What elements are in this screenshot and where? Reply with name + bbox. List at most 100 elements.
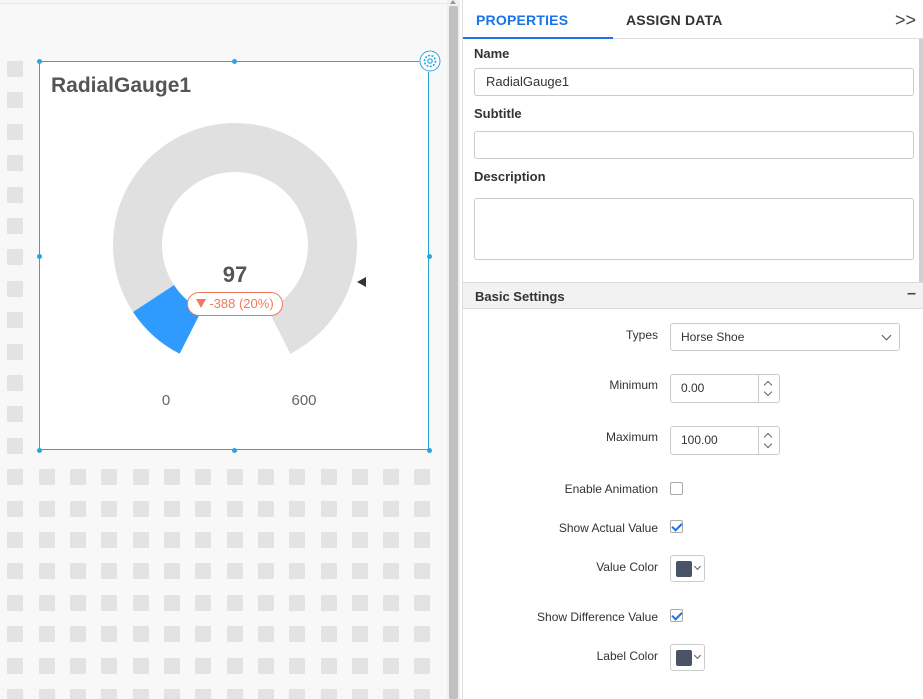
basic-settings-header[interactable]: Basic Settings – xyxy=(463,282,923,309)
canvas-grid-dot xyxy=(227,689,243,699)
canvas-grid-dot xyxy=(258,689,274,699)
canvas-grid-dot xyxy=(414,563,430,579)
collapse-section-icon[interactable]: – xyxy=(907,285,916,303)
show-difference-value-checkbox[interactable] xyxy=(670,609,683,622)
subtitle-input[interactable] xyxy=(474,131,914,159)
description-label: Description xyxy=(474,169,546,184)
canvas-grid-dot xyxy=(289,626,305,642)
canvas-grid-dot xyxy=(164,689,180,699)
canvas-vertical-scrollbar[interactable] xyxy=(447,0,460,699)
maximum-numeric-input[interactable]: 100.00 xyxy=(670,426,780,455)
canvas-grid-dot xyxy=(70,595,86,611)
canvas-grid-dot xyxy=(321,532,337,548)
name-label: Name xyxy=(474,46,510,61)
scroll-up-arrow-icon[interactable] xyxy=(450,0,456,4)
panel-tabs: PROPERTIES ASSIGN DATA >> xyxy=(463,4,923,39)
canvas-grid-dot xyxy=(352,658,368,674)
widget-settings-gear-icon[interactable] xyxy=(419,50,441,72)
canvas-grid-dot xyxy=(7,92,23,108)
canvas-grid-dot xyxy=(70,469,86,485)
resize-handle-bottom-left[interactable] xyxy=(37,448,42,453)
canvas-grid-dot xyxy=(258,595,274,611)
canvas-grid-dot xyxy=(164,658,180,674)
canvas-grid-dot xyxy=(414,689,430,699)
minimum-value: 0.00 xyxy=(681,381,705,395)
canvas-grid-dot xyxy=(7,344,23,360)
canvas-grid-dot xyxy=(39,626,55,642)
canvas-grid-dot xyxy=(195,469,211,485)
chevron-down-icon xyxy=(881,330,892,341)
canvas-grid-dot xyxy=(289,532,305,548)
canvas-grid-dot xyxy=(101,658,117,674)
label-color-picker[interactable] xyxy=(670,644,705,671)
minimum-spinner[interactable] xyxy=(758,375,779,402)
basic-settings-title: Basic Settings xyxy=(475,289,565,304)
canvas-grid-dot xyxy=(133,469,149,485)
maximum-spinner[interactable] xyxy=(758,427,779,454)
canvas-grid-dot xyxy=(258,501,274,517)
canvas-grid-dot xyxy=(352,532,368,548)
canvas-grid-dot xyxy=(258,469,274,485)
radial-gauge-widget[interactable]: RadialGauge1 97 -388 (20%) 0 600 xyxy=(39,61,429,450)
resize-handle-top[interactable] xyxy=(232,59,237,64)
resize-handle-top-left[interactable] xyxy=(37,59,42,64)
chevron-down-icon xyxy=(693,651,702,660)
name-input[interactable]: RadialGauge1 xyxy=(474,68,914,96)
canvas-grid-dot xyxy=(258,532,274,548)
canvas-grid-dot xyxy=(133,501,149,517)
minimum-numeric-input[interactable]: 0.00 xyxy=(670,374,780,403)
label-color-swatch xyxy=(676,650,692,666)
value-color-picker[interactable] xyxy=(670,555,705,582)
canvas-grid-dot xyxy=(227,501,243,517)
canvas-grid-dot xyxy=(289,563,305,579)
gauge-pointer-icon xyxy=(357,277,366,287)
canvas-grid-dot xyxy=(164,532,180,548)
canvas-grid-dot xyxy=(227,532,243,548)
resize-handle-right[interactable] xyxy=(427,254,432,259)
canvas-grid-dot xyxy=(195,563,211,579)
canvas-grid-dot xyxy=(101,689,117,699)
resize-handle-left[interactable] xyxy=(37,254,42,259)
spin-down-icon[interactable] xyxy=(763,387,773,397)
resize-handle-bottom-right[interactable] xyxy=(427,448,432,453)
description-textarea[interactable] xyxy=(474,198,914,260)
canvas-grid-dot xyxy=(383,469,399,485)
canvas-grid-dot xyxy=(289,658,305,674)
canvas-grid-dot xyxy=(133,563,149,579)
canvas-grid-dot xyxy=(101,501,117,517)
tab-assign-data[interactable]: ASSIGN DATA xyxy=(626,12,723,28)
canvas-grid-dot xyxy=(39,469,55,485)
canvas-grid-dot xyxy=(321,563,337,579)
canvas-grid-dot xyxy=(195,532,211,548)
panel-scrollbar[interactable] xyxy=(919,39,923,284)
properties-panel: PROPERTIES ASSIGN DATA >> Name RadialGau… xyxy=(462,0,923,699)
design-canvas[interactable]: RadialGauge1 97 -388 (20%) 0 600 xyxy=(0,0,447,699)
show-actual-value-checkbox[interactable] xyxy=(670,520,683,533)
types-select[interactable]: Horse Shoe xyxy=(670,323,900,351)
difference-badge: -388 (20%) xyxy=(187,292,283,316)
spin-down-icon[interactable] xyxy=(763,439,773,449)
difference-value: -388 (20%) xyxy=(209,296,274,311)
canvas-grid-dot xyxy=(414,658,430,674)
scrollbar-thumb[interactable] xyxy=(449,6,458,699)
canvas-grid-dot xyxy=(7,658,23,674)
enable-animation-checkbox[interactable] xyxy=(670,482,683,495)
canvas-grid-dot xyxy=(7,218,23,234)
canvas-grid-dot xyxy=(195,595,211,611)
canvas-grid-dot xyxy=(383,626,399,642)
canvas-grid-dot xyxy=(7,626,23,642)
canvas-grid-dot xyxy=(321,501,337,517)
canvas-grid-dot xyxy=(414,626,430,642)
enable-animation-label: Enable Animation xyxy=(564,482,658,496)
tab-properties[interactable]: PROPERTIES xyxy=(476,12,568,28)
canvas-grid-dot xyxy=(321,469,337,485)
canvas-grid-dot xyxy=(133,658,149,674)
collapse-panel-icon[interactable]: >> xyxy=(895,10,916,31)
label-color-label: Label Color xyxy=(596,649,658,663)
canvas-grid-dot xyxy=(133,626,149,642)
resize-handle-bottom[interactable] xyxy=(232,448,237,453)
canvas-grid-dot xyxy=(227,563,243,579)
active-tab-indicator xyxy=(463,37,613,39)
canvas-grid-dot xyxy=(133,532,149,548)
canvas-grid-dot xyxy=(39,658,55,674)
